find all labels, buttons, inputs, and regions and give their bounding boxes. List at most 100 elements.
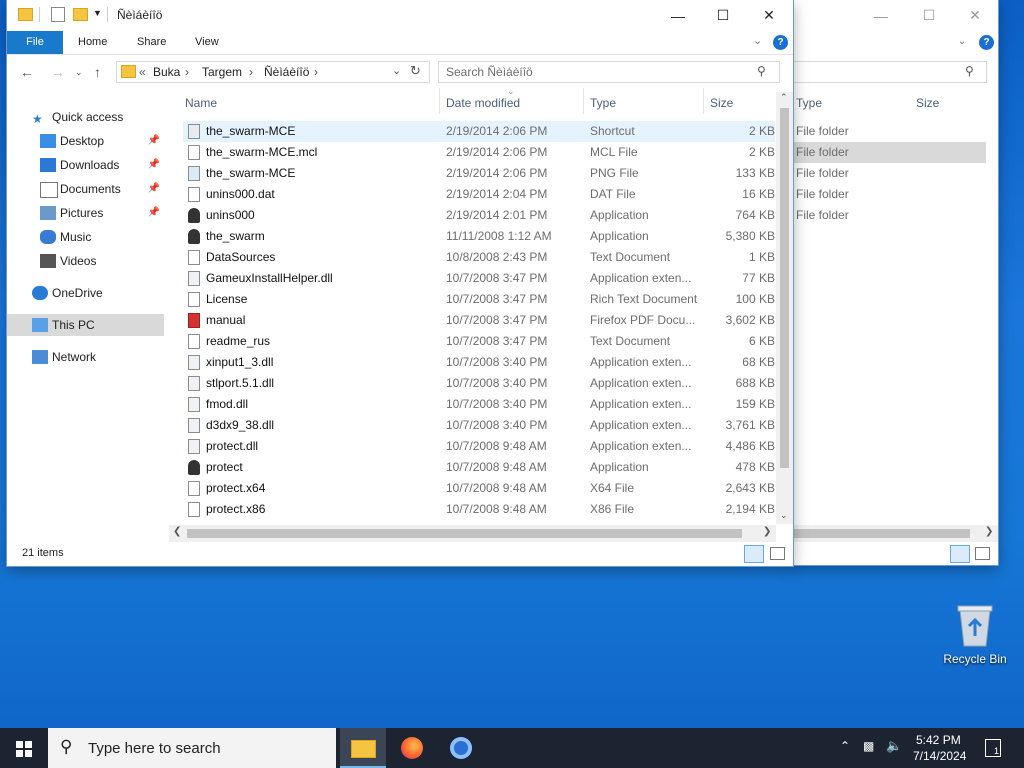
folder-row[interactable]: File folder xyxy=(790,163,986,184)
file-name[interactable]: unins000 xyxy=(206,205,255,226)
up-arrow-icon[interactable]: ↑ xyxy=(94,64,101,80)
address-bar[interactable]: « Buka › Targem › Ñèìáèíîö › ⌄ ↻ xyxy=(116,61,430,83)
scroll-right-icon[interactable]: ❯ xyxy=(763,526,771,537)
vertical-scrollbar[interactable]: ⌃ ⌄ xyxy=(776,92,793,524)
pin-icon[interactable]: 📌 xyxy=(148,178,160,200)
back-arrow-icon[interactable]: ← xyxy=(20,64,34,80)
tab-home[interactable]: Home xyxy=(78,31,107,54)
chevron-down-icon[interactable]: ⌄ xyxy=(958,36,966,47)
file-row[interactable]: fmod.dll 10/7/2008 3:40 PM Application ext… xyxy=(183,394,775,415)
details-view-icon[interactable] xyxy=(744,545,764,563)
sidebar-item-music[interactable]: Music xyxy=(7,226,164,248)
pin-icon[interactable]: 📌 xyxy=(148,130,160,152)
sidebar-item-network[interactable]: Network xyxy=(7,346,164,368)
properties-icon[interactable] xyxy=(51,7,65,22)
file-row[interactable]: DataSources 10/8/2008 2:43 PM Text Documen… xyxy=(183,247,775,268)
pin-icon[interactable]: 📌 xyxy=(148,202,160,224)
file-row[interactable]: the_swarm-MCE 2/19/2014 2:06 PM PNG File 13… xyxy=(183,163,775,184)
pin-icon[interactable]: 📌 xyxy=(148,154,160,176)
file-name[interactable]: the_swarm-MCE.mcl xyxy=(206,142,317,163)
tab-share[interactable]: Share xyxy=(137,31,166,54)
horizontal-scrollbar[interactable]: ❯ xyxy=(790,525,998,542)
customize-toolbar-icon[interactable]: ▼ xyxy=(93,8,102,18)
taskbar-browser[interactable] xyxy=(438,728,484,768)
show-hidden-icons-icon[interactable]: ⌃ xyxy=(840,739,850,753)
taskbar-search-input[interactable]: Type here to search xyxy=(88,740,221,757)
file-row[interactable]: protect.x86 10/7/2008 9:48 AM X86 File 2,19… xyxy=(183,499,775,520)
file-row[interactable]: the_swarm 11/11/2008 1:12 AM Application 5,… xyxy=(183,226,775,247)
background-explorer-window[interactable]: — ☐ ✕ ⌄ ? ⚲ Type Size File folder File fo… xyxy=(790,0,998,565)
file-name[interactable]: the_swarm-MCE xyxy=(206,121,295,142)
sidebar-item-this-pc[interactable]: This PC xyxy=(7,314,164,336)
file-row[interactable]: readme_rus 10/7/2008 3:47 PM Text Document… xyxy=(183,331,775,352)
file-row[interactable]: GameuxInstallHelper.dll 10/7/2008 3:47 PM… xyxy=(183,268,775,289)
folder-row[interactable]: File folder xyxy=(790,142,986,163)
file-name[interactable]: protect.dll xyxy=(206,436,258,457)
file-name[interactable]: protect.x86 xyxy=(206,499,265,520)
close-button[interactable]: ✕ xyxy=(952,0,998,31)
taskbar-firefox[interactable] xyxy=(390,728,436,768)
help-icon[interactable]: ? xyxy=(979,35,994,50)
file-name[interactable]: GameuxInstallHelper.dll xyxy=(206,268,333,289)
sidebar-item-desktop[interactable]: Desktop 📌 xyxy=(7,130,164,152)
minimize-button[interactable]: — xyxy=(655,0,701,31)
sidebar-item-documents[interactable]: Documents 📌 xyxy=(7,178,164,200)
file-name[interactable]: License xyxy=(206,289,247,310)
close-button[interactable]: ✕ xyxy=(746,0,792,31)
file-row[interactable]: unins000 2/19/2014 2:01 PM Application 764 … xyxy=(183,205,775,226)
file-row[interactable]: stlport.5.1.dll 10/7/2008 3:40 PM Applicat… xyxy=(183,373,775,394)
file-name[interactable]: stlport.5.1.dll xyxy=(206,373,274,394)
explorer-window[interactable]: ▼ Ñèìáèíîö — ☐ ✕ File Home Share View ⌄ … xyxy=(7,0,793,566)
file-name[interactable]: protect.x64 xyxy=(206,478,265,499)
file-name[interactable]: DataSources xyxy=(206,247,275,268)
breadcrumb-targem[interactable]: Targem xyxy=(202,65,242,79)
breadcrumb-separator[interactable]: › xyxy=(185,65,189,79)
column-type[interactable]: Type xyxy=(590,92,616,114)
column-type[interactable]: Type xyxy=(796,92,822,114)
file-row[interactable]: protect.x64 10/7/2008 9:48 AM X64 File 2,64… xyxy=(183,478,775,499)
sidebar-item-onedrive[interactable]: OneDrive xyxy=(7,282,164,304)
search-input[interactable]: Search Ñèìáèíîö xyxy=(446,65,533,79)
column-size[interactable]: Size xyxy=(710,92,733,114)
clock-time[interactable]: 5:42 PM xyxy=(916,733,961,747)
column-name[interactable]: Name xyxy=(185,92,217,114)
tiles-view-icon[interactable] xyxy=(975,547,990,560)
forward-arrow-icon[interactable]: → xyxy=(51,64,65,80)
notification-center-icon[interactable]: 1 xyxy=(985,739,1001,757)
tab-file[interactable]: File xyxy=(7,31,63,54)
file-name[interactable]: the_swarm xyxy=(206,226,265,247)
search-box[interactable]: Search Ñèìáèíîö ⚲ xyxy=(438,61,780,83)
recycle-bin-shortcut[interactable]: Recycle Bin xyxy=(940,600,1010,670)
breadcrumb-separator[interactable]: › xyxy=(249,65,253,79)
help-icon[interactable]: ? xyxy=(773,35,788,50)
search-icon[interactable]: ⚲ xyxy=(757,64,766,78)
file-row[interactable]: d3dx9_38.dll 10/7/2008 3:40 PM Application… xyxy=(183,415,775,436)
scroll-down-icon[interactable]: ⌄ xyxy=(780,510,788,521)
file-name[interactable]: fmod.dll xyxy=(206,394,248,415)
folder-row[interactable]: File folder xyxy=(790,184,986,205)
sidebar-item-pictures[interactable]: Pictures 📌 xyxy=(7,202,164,224)
tiles-view-icon[interactable] xyxy=(770,547,785,560)
maximize-button[interactable]: ☐ xyxy=(700,0,746,31)
file-name[interactable]: the_swarm-MCE xyxy=(206,163,295,184)
file-name[interactable]: d3dx9_38.dll xyxy=(206,415,274,436)
file-name[interactable]: readme_rus xyxy=(206,331,270,352)
vertical-scroll-thumb[interactable] xyxy=(780,108,789,468)
tab-view[interactable]: View xyxy=(195,31,219,54)
expand-ribbon-icon[interactable]: ⌄ xyxy=(753,34,762,47)
breadcrumb-overflow[interactable]: « xyxy=(139,65,146,79)
clock-date[interactable]: 7/14/2024 xyxy=(913,749,966,763)
file-name[interactable]: protect xyxy=(206,457,243,478)
column-date-modified[interactable]: Date modified xyxy=(446,92,520,114)
file-row[interactable]: manual 10/7/2008 3:47 PM Firefox PDF Docu.… xyxy=(183,310,775,331)
file-row[interactable]: the_swarm-MCE 2/19/2014 2:06 PM Shortcut 2 … xyxy=(183,121,775,142)
details-view-icon[interactable] xyxy=(950,545,970,563)
file-name[interactable]: xinput1_3.dll xyxy=(206,352,273,373)
scroll-up-icon[interactable]: ⌃ xyxy=(780,92,788,103)
file-name[interactable]: manual xyxy=(206,310,245,331)
taskbar-file-explorer[interactable] xyxy=(340,728,386,768)
recent-locations-icon[interactable]: ⌄ xyxy=(75,67,83,78)
column-size[interactable]: Size xyxy=(916,92,939,114)
horizontal-scroll-thumb[interactable] xyxy=(187,529,742,538)
sidebar-item-downloads[interactable]: Downloads 📌 xyxy=(7,154,164,176)
